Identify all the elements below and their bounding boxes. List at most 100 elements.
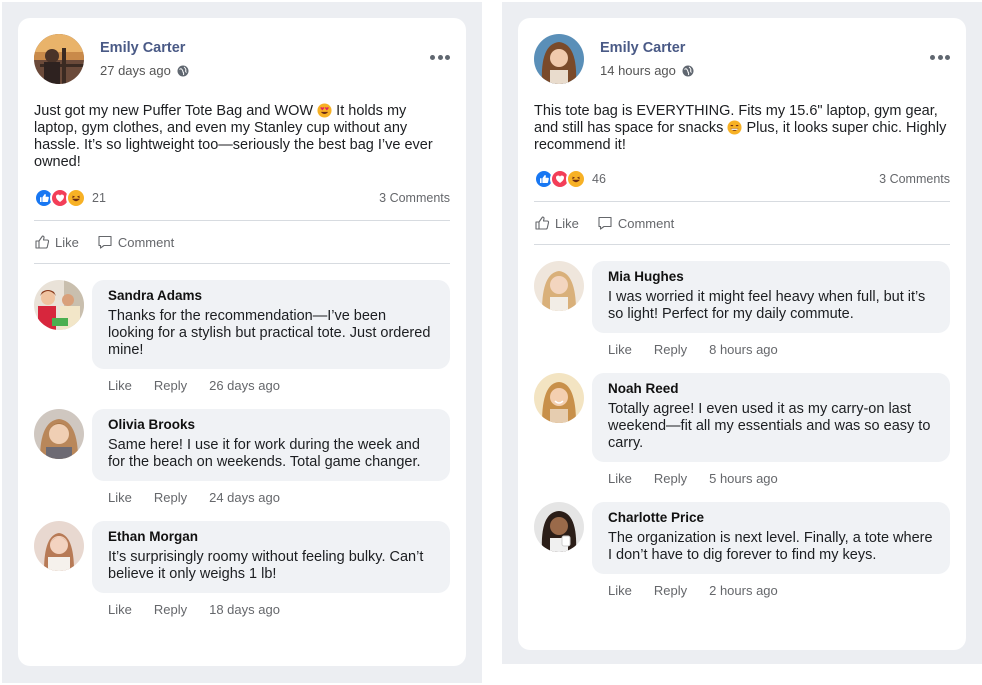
heart-eyes-emoji-icon xyxy=(317,103,332,118)
dot-icon xyxy=(945,54,950,60)
like-button[interactable]: Like xyxy=(34,234,79,250)
comments-count-link[interactable]: 3 Comments xyxy=(379,191,450,205)
comment: Noah Reed Totally agree! I even used it … xyxy=(534,373,950,486)
post-text-part: Just got my new Puffer Tote Bag and WOW xyxy=(34,103,318,119)
comment-text: Thanks for the recommendation—I’ve been … xyxy=(108,308,431,358)
post-meta: 14 hours ago xyxy=(600,63,694,78)
comment-actions: Like Reply 8 hours ago xyxy=(592,342,950,357)
dot-icon xyxy=(445,54,450,60)
commenter-name[interactable]: Ethan Morgan xyxy=(108,529,434,544)
commenter-avatar[interactable] xyxy=(34,280,84,330)
haha-reaction-icon xyxy=(66,188,86,208)
commenter-avatar[interactable] xyxy=(34,409,84,459)
comment-time[interactable]: 24 days ago xyxy=(209,490,280,505)
post-text: This tote bag is EVERYTHING. Fits my 15.… xyxy=(534,103,950,154)
comment-reply-button[interactable]: Reply xyxy=(654,583,687,598)
post-header: Emily Carter 27 days ago xyxy=(34,18,450,102)
comment-text: Same here! I use it for work during the … xyxy=(108,437,421,470)
comment-button[interactable]: Comment xyxy=(97,234,174,250)
comment: Ethan Morgan It’s surprisingly roomy wit… xyxy=(34,521,450,617)
comment-text: I was worried it might feel heavy when f… xyxy=(608,289,926,322)
author-avatar[interactable] xyxy=(534,34,584,84)
post-panel-right: Emily Carter 14 hours ago This tote bag … xyxy=(502,2,982,664)
globe-icon xyxy=(177,65,189,76)
globe-icon xyxy=(682,65,694,76)
reaction-count: 21 xyxy=(92,191,106,205)
comment-text: The organization is next level. Finally,… xyxy=(608,530,933,563)
comments-count-link[interactable]: 3 Comments xyxy=(879,172,950,186)
post-time[interactable]: 27 days ago xyxy=(100,63,171,78)
comment-like-button[interactable]: Like xyxy=(608,342,632,357)
more-options-button[interactable] xyxy=(930,52,950,62)
post-panel-left: Emily Carter 27 days ago Just got my new… xyxy=(2,2,482,683)
like-label: Like xyxy=(55,234,79,250)
dot-icon xyxy=(430,54,435,60)
dot-icon xyxy=(437,54,443,60)
commenter-name[interactable]: Mia Hughes xyxy=(608,269,934,284)
comment-like-button[interactable]: Like xyxy=(108,602,132,617)
comment-actions: Like Reply 26 days ago xyxy=(92,378,450,393)
comment-button[interactable]: Comment xyxy=(597,215,674,231)
comment-label: Comment xyxy=(617,215,675,231)
comment-reply-button[interactable]: Reply xyxy=(154,602,187,617)
comment-time[interactable]: 2 hours ago xyxy=(709,583,778,598)
comment-bubble: Sandra Adams Thanks for the recommendati… xyxy=(92,280,450,369)
comment-actions: Like Reply 5 hours ago xyxy=(592,471,950,486)
post-text: Just got my new Puffer Tote Bag and WOW … xyxy=(34,103,450,171)
comment-like-button[interactable]: Like xyxy=(108,378,132,393)
reactions-row: 21 3 Comments xyxy=(34,187,450,209)
like-button[interactable]: Like xyxy=(534,215,579,231)
comment-reply-button[interactable]: Reply xyxy=(654,471,687,486)
comment-icon xyxy=(98,235,112,249)
comment-bubble: Noah Reed Totally agree! I even used it … xyxy=(592,373,950,462)
haha-reaction-icon xyxy=(566,169,586,189)
more-options-button[interactable] xyxy=(430,52,450,62)
comment: Mia Hughes I was worried it might feel h… xyxy=(534,261,950,357)
comment-actions: Like Reply 18 days ago xyxy=(92,602,450,617)
dot-icon xyxy=(930,54,935,60)
post-card: Emily Carter 27 days ago Just got my new… xyxy=(18,18,466,666)
post-header: Emily Carter 14 hours ago xyxy=(534,18,950,102)
comment-like-button[interactable]: Like xyxy=(608,583,632,598)
reactions-summary[interactable]: 21 xyxy=(34,188,106,208)
comment-bubble: Mia Hughes I was worried it might feel h… xyxy=(592,261,950,333)
comment-time[interactable]: 18 days ago xyxy=(209,602,280,617)
reactions-summary[interactable]: 46 xyxy=(534,169,606,189)
comment-like-button[interactable]: Like xyxy=(608,471,632,486)
comment-icon xyxy=(598,216,612,230)
divider xyxy=(534,244,950,245)
post-meta: 27 days ago xyxy=(100,63,189,78)
post-time[interactable]: 14 hours ago xyxy=(600,63,676,78)
comment-time[interactable]: 5 hours ago xyxy=(709,471,778,486)
comment-time[interactable]: 26 days ago xyxy=(209,378,280,393)
comment-reply-button[interactable]: Reply xyxy=(654,342,687,357)
commenter-avatar[interactable] xyxy=(534,502,584,552)
comment-reply-button[interactable]: Reply xyxy=(154,378,187,393)
dot-icon xyxy=(937,54,943,60)
author-name[interactable]: Emily Carter xyxy=(100,40,185,56)
post-card: Emily Carter 14 hours ago This tote bag … xyxy=(518,18,966,650)
commenter-avatar[interactable] xyxy=(534,261,584,311)
commenter-name[interactable]: Sandra Adams xyxy=(108,288,434,303)
thumbs-up-icon xyxy=(35,235,50,249)
thumbs-up-icon xyxy=(535,216,550,230)
commenter-name[interactable]: Charlotte Price xyxy=(608,510,934,525)
comment: Olivia Brooks Same here! I use it for wo… xyxy=(34,409,450,505)
like-label: Like xyxy=(555,215,579,231)
author-avatar[interactable] xyxy=(34,34,84,84)
commenter-name[interactable]: Olivia Brooks xyxy=(108,417,434,432)
comment-bubble: Ethan Morgan It’s surprisingly roomy wit… xyxy=(92,521,450,593)
comment-bubble: Olivia Brooks Same here! I use it for wo… xyxy=(92,409,450,481)
comment-time[interactable]: 8 hours ago xyxy=(709,342,778,357)
comment-reply-button[interactable]: Reply xyxy=(154,490,187,505)
comment: Sandra Adams Thanks for the recommendati… xyxy=(34,280,450,393)
commenter-name[interactable]: Noah Reed xyxy=(608,381,934,396)
comment-actions: Like Reply 2 hours ago xyxy=(592,583,950,598)
commenter-avatar[interactable] xyxy=(34,521,84,571)
reaction-count: 46 xyxy=(592,172,606,186)
author-name[interactable]: Emily Carter xyxy=(600,40,685,56)
comment-bubble: Charlotte Price The organization is next… xyxy=(592,502,950,574)
commenter-avatar[interactable] xyxy=(534,373,584,423)
comment-like-button[interactable]: Like xyxy=(108,490,132,505)
grin-emoji-icon xyxy=(727,120,742,135)
